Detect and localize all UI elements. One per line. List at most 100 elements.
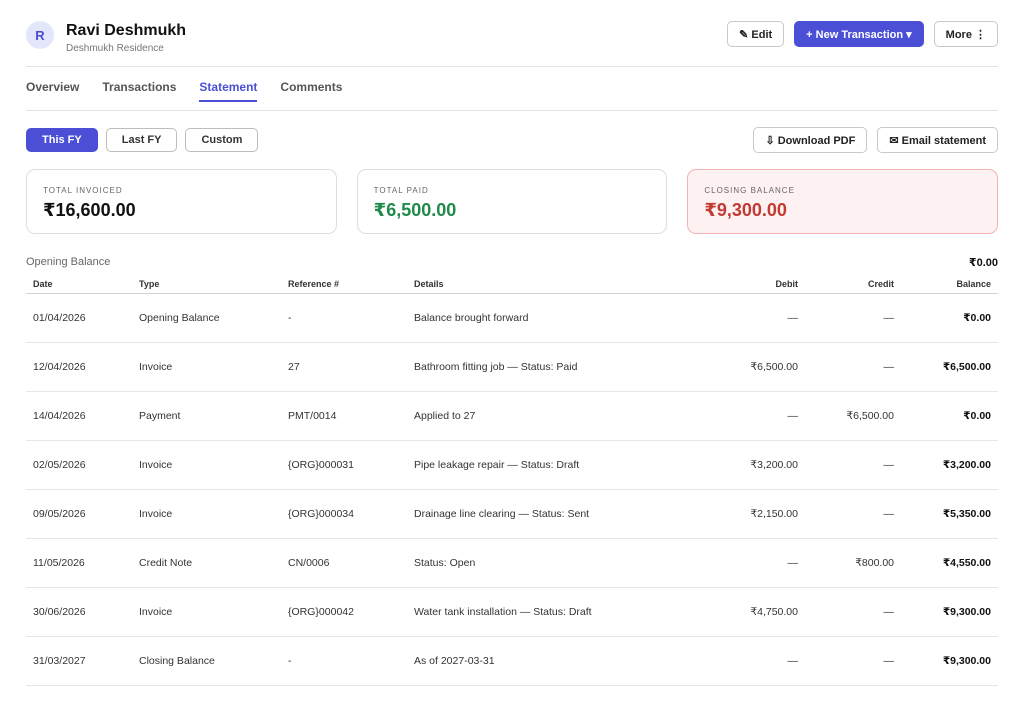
row-date[interactable]: 30/06/2026 [26, 587, 132, 637]
row-date: 31/03/2027 [26, 636, 132, 686]
row-type: Invoice [132, 587, 281, 637]
row-balance: ₹5,350.00 [901, 489, 998, 539]
summary-cards: TOTAL INVOICED ₹16,600.00 TOTAL PAID ₹6,… [26, 169, 999, 234]
export-actions: ⇩ Download PDF ✉ Email statement [753, 127, 998, 153]
table-row: 09/05/2026 Invoice {ORG}000034 Drainage lin… [26, 489, 998, 539]
column-header-reference[interactable]: Reference # [281, 276, 407, 294]
column-header-balance[interactable]: Balance [901, 276, 998, 294]
table-row: 11/05/2026 Credit Note CN/0006 Status: Open… [26, 538, 998, 588]
row-date[interactable]: 09/05/2026 [26, 489, 132, 539]
filter-this-fy[interactable]: This FY [26, 128, 98, 152]
row-credit: — [805, 587, 901, 637]
tab-statement[interactable]: Statement [199, 80, 258, 102]
row-reference[interactable]: {ORG}000031 [281, 440, 407, 490]
row-details: Applied to 27 [407, 391, 678, 441]
row-reference: - [281, 636, 407, 686]
email-statement-button[interactable]: ✉ Email statement [877, 127, 998, 153]
row-balance: ₹6,500.00 [901, 342, 998, 392]
row-debit: ₹3,200.00 [678, 440, 805, 490]
table-row: 14/04/2026 Payment PMT/0014 Applied to 27— ₹… [26, 391, 998, 441]
row-balance: ₹0.00 [901, 293, 998, 343]
row-type: Invoice [132, 440, 281, 490]
table-row: 30/06/2026 Invoice {ORG}000042 Water tank i… [26, 587, 998, 637]
filter-last-fy[interactable]: Last FY [105, 128, 178, 152]
tab-comments[interactable]: Comments [280, 80, 342, 102]
column-header-debit[interactable]: Debit [678, 276, 805, 294]
row-type: Opening Balance [132, 293, 281, 343]
row-type: Invoice [132, 342, 281, 392]
row-balance: ₹0.00 [901, 391, 998, 441]
row-reference[interactable]: PMT/0014 [281, 391, 407, 441]
row-details: Water tank installation — Status: Draft [407, 587, 678, 637]
customer-subtitle: Deshmukh Residence [66, 43, 164, 54]
row-balance: ₹3,200.00 [901, 440, 998, 490]
total-paid-label: TOTAL PAID [373, 186, 429, 195]
row-reference[interactable]: {ORG}000034 [281, 489, 407, 539]
total-paid-card: TOTAL PAID ₹6,500.00 [356, 169, 668, 234]
customer-header: R Ravi Deshmukh Deshmukh Residence ✎ Edi… [26, 18, 998, 66]
row-date[interactable]: 14/04/2026 [26, 391, 132, 441]
row-reference[interactable]: CN/0006 [281, 538, 407, 588]
row-type: Closing Balance [132, 636, 281, 686]
row-debit: ₹4,750.00 [678, 587, 805, 637]
row-type: Invoice [132, 489, 281, 539]
total-paid-value: ₹6,500.00 [373, 200, 457, 220]
column-header-date[interactable]: Date [26, 276, 132, 294]
opening-balance-label: Opening Balance [26, 256, 111, 268]
row-debit: — [678, 391, 805, 441]
table-row: 31/03/2027 Closing Balance - As of 2027-03-… [26, 636, 998, 686]
opening-balance-amount: ₹0.00 [968, 257, 998, 269]
row-details: Status: Open [407, 538, 678, 588]
tab-transactions[interactable]: Transactions [102, 80, 176, 102]
column-header-type[interactable]: Type [132, 276, 281, 294]
table-row: 01/04/2026 Opening Balance - Balance brough… [26, 293, 998, 343]
row-credit: — [805, 342, 901, 392]
tab-bar: Overview Transactions Statement Comments [26, 80, 342, 102]
header-actions: ✎ Edit + New Transaction ▾ More ⋮ [727, 21, 998, 47]
tabs-divider [26, 110, 998, 111]
row-reference[interactable]: {ORG}000042 [281, 587, 407, 637]
avatar: R [26, 21, 54, 49]
period-filter: This FY Last FY Custom [26, 128, 259, 152]
row-balance: ₹9,300.00 [901, 587, 998, 637]
edit-button[interactable]: ✎ Edit [727, 21, 785, 47]
row-date[interactable]: 02/05/2026 [26, 440, 132, 490]
row-details: Drainage line clearing — Status: Sent [407, 489, 678, 539]
customer-name: Ravi Deshmukh [66, 22, 187, 39]
row-debit: — [678, 293, 805, 343]
row-credit: — [805, 489, 901, 539]
opening-balance-row: Opening Balance ₹0.00 [26, 256, 998, 270]
total-invoiced-value: ₹16,600.00 [43, 200, 136, 220]
row-type: Payment [132, 391, 281, 441]
column-header-details[interactable]: Details [407, 276, 678, 294]
statement-rows: 01/04/2026 Opening Balance - Balance brough… [26, 293, 998, 686]
row-credit: — [805, 440, 901, 490]
row-credit: — [805, 293, 901, 343]
row-date[interactable]: 11/05/2026 [26, 538, 132, 588]
row-debit: ₹6,500.00 [678, 342, 805, 392]
row-type: Credit Note [132, 538, 281, 588]
row-balance: ₹9,300.00 [901, 636, 998, 686]
column-header-credit[interactable]: Credit [805, 276, 901, 294]
more-button[interactable]: More ⋮ [933, 21, 998, 47]
tab-overview[interactable]: Overview [26, 80, 79, 102]
table-header-row: Date Type Reference # Details Debit Cred… [26, 276, 998, 294]
row-details: Pipe leakage repair — Status: Draft [407, 440, 678, 490]
row-details: As of 2027-03-31 [407, 636, 678, 686]
filter-custom[interactable]: Custom [185, 128, 259, 152]
row-reference: - [281, 293, 407, 343]
closing-balance-card: CLOSING BALANCE ₹9,300.00 [687, 169, 999, 234]
table-row: 02/05/2026 Invoice {ORG}000031 Pipe leakage… [26, 440, 998, 490]
total-invoiced-label: TOTAL INVOICED [43, 186, 123, 195]
row-debit: — [678, 538, 805, 588]
row-reference[interactable]: 27 [281, 342, 407, 392]
row-date: 01/04/2026 [26, 293, 132, 343]
row-date[interactable]: 12/04/2026 [26, 342, 132, 392]
header-divider [26, 66, 998, 67]
download-pdf-button[interactable]: ⇩ Download PDF [753, 127, 868, 153]
row-balance: ₹4,550.00 [901, 538, 998, 588]
new-transaction-button[interactable]: + New Transaction ▾ [794, 21, 924, 47]
row-details: Balance brought forward [407, 293, 678, 343]
row-credit: ₹6,500.00 [805, 391, 901, 441]
table-row: 12/04/2026 Invoice 27 Bathroom fitting job … [26, 342, 998, 392]
